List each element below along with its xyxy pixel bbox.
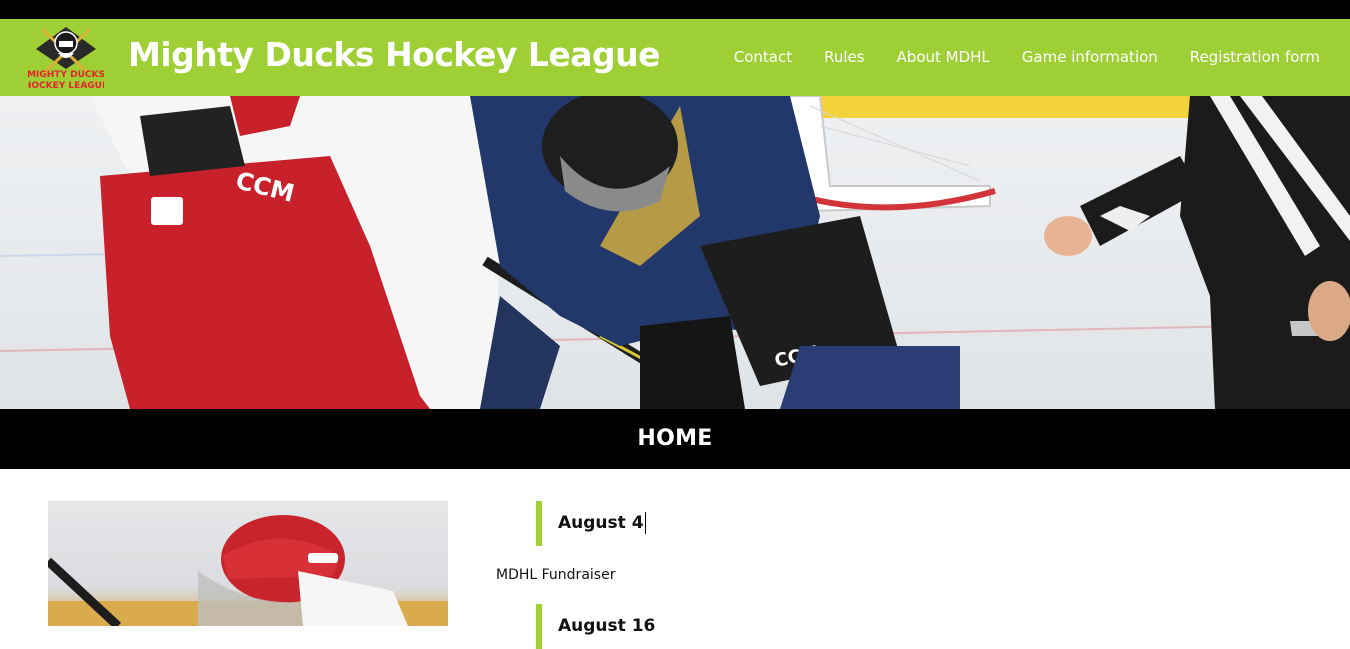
nav-contact[interactable]: Contact	[734, 48, 792, 66]
text-cursor	[644, 512, 646, 534]
logo-text-line2: HOCKEY LEAGUE	[28, 81, 104, 91]
hero-illustration: CCM CCM	[0, 96, 1350, 409]
side-photo-hockey-player	[48, 501, 448, 626]
hero-image: CCM CCM	[0, 96, 1350, 409]
event-date: August 4	[536, 501, 646, 546]
site-title[interactable]: Mighty Ducks Hockey League	[128, 35, 661, 74]
nav-registration-form[interactable]: Registration form	[1190, 48, 1320, 66]
main-nav: Contact Rules About MDHL Game informatio…	[734, 48, 1320, 66]
nav-rules[interactable]: Rules	[824, 48, 864, 66]
event-date-text: August 4	[558, 513, 644, 533]
nav-about-mdhl[interactable]: About MDHL	[897, 48, 990, 66]
page-title-bar: HOME	[0, 409, 1350, 469]
page-title: HOME	[637, 426, 713, 451]
top-strip	[0, 0, 1350, 19]
site-header: MIGHTY DUCKS HOCKEY LEAGUE Mighty Ducks …	[0, 19, 1350, 96]
league-logo[interactable]: MIGHTY DUCKS HOCKEY LEAGUE	[28, 21, 104, 93]
logo-text-line1: MIGHTY DUCKS	[28, 70, 104, 80]
side-photo-illustration	[48, 515, 448, 626]
event-date: August 16	[536, 604, 655, 649]
event-title[interactable]: MDHL Fundraiser	[496, 567, 615, 583]
nav-game-information[interactable]: Game information	[1022, 48, 1158, 66]
